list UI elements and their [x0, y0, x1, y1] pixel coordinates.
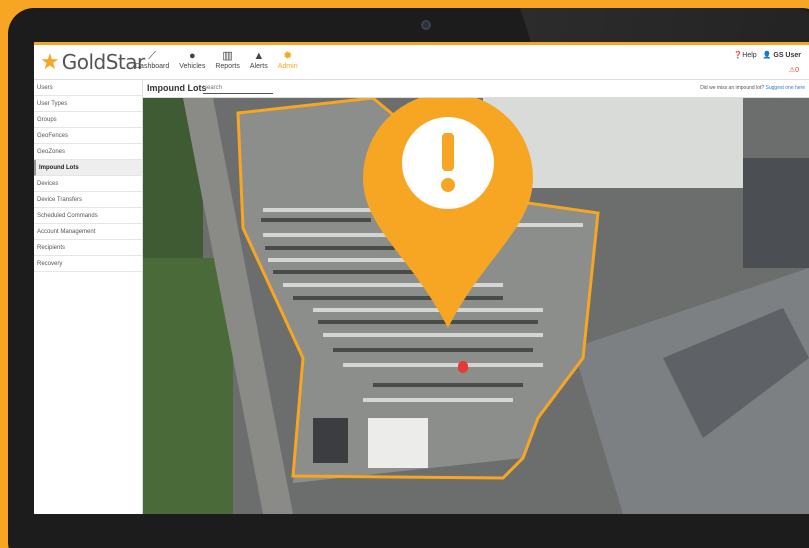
satellite-map[interactable] — [143, 98, 809, 514]
nav-reports[interactable]: ▥ Reports — [210, 49, 245, 70]
help-link[interactable]: ❓Help — [734, 51, 757, 59]
missed-lot-prompt: Did we miss an impound lot? Suggest one … — [700, 85, 805, 91]
sidebar-item-devices[interactable]: Devices — [34, 176, 142, 192]
nav-vehicles[interactable]: ● Vehicles — [174, 49, 210, 70]
alert-badge[interactable]: ⚠0 — [789, 66, 799, 74]
user-area: ❓Help 👤 GS User — [734, 51, 801, 59]
admin-sidebar: Users User Types Groups GeoFences GeoZones Im… — [34, 80, 143, 514]
nav-dashboard[interactable]: ⟋ Dashboard — [130, 49, 174, 70]
sidebar-item-recipients[interactable]: Recipients — [34, 240, 142, 256]
sidebar-item-users[interactable]: Users — [34, 80, 142, 96]
user-menu[interactable]: 👤 GS User — [763, 51, 801, 59]
sidebar-item-groups[interactable]: Groups — [34, 112, 142, 128]
app-screen: ★ GoldStar ⟋ Dashboard ● Vehicles ▥ Repo… — [34, 42, 809, 514]
nav-alerts[interactable]: ▲ Alerts — [245, 49, 273, 70]
page-title: Impound Lots — [147, 83, 207, 93]
nav-label: Reports — [215, 63, 240, 70]
help-icon: ❓ — [733, 52, 743, 59]
nav-label: Admin — [277, 63, 298, 70]
content-toolbar: Impound Lots Did we miss an impound lot?… — [143, 80, 809, 98]
app-header: ★ GoldStar ⟋ Dashboard ● Vehicles ▥ Repo… — [34, 42, 809, 80]
nav-label: Vehicles — [179, 63, 206, 70]
user-icon: 👤 — [762, 52, 772, 59]
sidebar-item-impound-lots[interactable]: Impound Lots — [34, 160, 142, 176]
missed-text: Did we miss an impound lot? — [700, 85, 765, 91]
search-input[interactable] — [203, 83, 273, 94]
bar-chart-icon: ▥ — [222, 50, 233, 62]
bell-icon: ▲ — [253, 50, 265, 62]
building-roof — [743, 158, 809, 268]
sidebar-item-scheduled-commands[interactable]: Scheduled Commands — [34, 208, 142, 224]
suggest-link[interactable]: Suggest one here — [766, 85, 805, 91]
alert-count: 0 — [795, 67, 799, 74]
chart-line-icon: ⟋ — [148, 50, 156, 62]
gear-icon: ✹ — [283, 50, 293, 62]
sidebar-item-geofences[interactable]: GeoFences — [34, 128, 142, 144]
nav-label: Alerts — [249, 63, 268, 70]
user-name: GS User — [773, 52, 801, 59]
sidebar-item-account-management[interactable]: Account Management — [34, 224, 142, 240]
laptop-bezel — [34, 514, 809, 548]
sidebar-item-device-transfers[interactable]: Device Transfers — [34, 192, 142, 208]
help-label: Help — [742, 52, 757, 59]
map-canvas — [143, 98, 809, 514]
webcam-icon — [421, 20, 431, 30]
star-logo-icon: ★ — [40, 49, 60, 74]
main-nav: ⟋ Dashboard ● Vehicles ▥ Reports ▲ Alert… — [130, 49, 303, 70]
nav-admin[interactable]: ✹ Admin — [273, 49, 303, 70]
sidebar-item-user-types[interactable]: User Types — [34, 96, 142, 112]
vehicle-icon: ● — [188, 50, 196, 62]
building-roof — [313, 418, 348, 463]
sidebar-item-geozones[interactable]: GeoZones — [34, 144, 142, 160]
sidebar-item-recovery[interactable]: Recovery — [34, 256, 142, 272]
nav-label: Dashboard — [135, 63, 170, 70]
building-roof — [368, 418, 428, 468]
tree-area — [143, 258, 233, 514]
